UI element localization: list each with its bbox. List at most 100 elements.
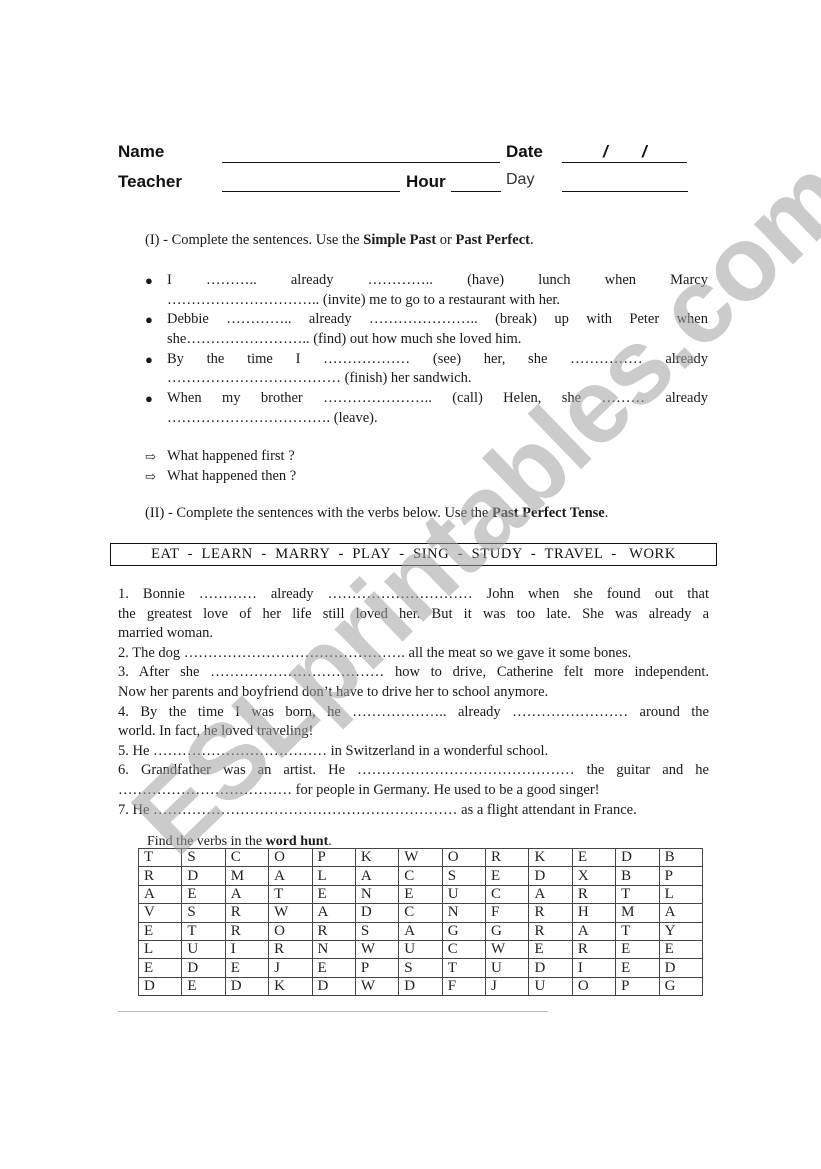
grid-cell[interactable]: A: [354, 866, 400, 886]
grid-cell[interactable]: E: [311, 958, 356, 978]
grid-cell[interactable]: E: [398, 884, 443, 905]
grid-cell[interactable]: G: [441, 921, 487, 941]
grid-cell[interactable]: V: [137, 903, 183, 923]
grid-cell[interactable]: N: [354, 884, 400, 905]
grid-cell[interactable]: T: [137, 847, 183, 868]
grid-cell[interactable]: C: [485, 884, 530, 905]
grid-cell[interactable]: C: [441, 939, 487, 960]
grid-cell[interactable]: O: [268, 921, 313, 941]
grid-cell[interactable]: D: [615, 847, 660, 868]
grid-cell[interactable]: K: [354, 847, 400, 868]
grid-cell[interactable]: R: [571, 884, 617, 905]
grid-cell[interactable]: O: [571, 976, 617, 997]
grid-cell[interactable]: X: [571, 866, 617, 886]
grid-cell[interactable]: L: [658, 884, 704, 905]
grid-cell[interactable]: M: [224, 866, 270, 886]
grid-cell[interactable]: A: [528, 884, 573, 905]
grid-cell[interactable]: N: [441, 903, 487, 923]
grid-cell[interactable]: R: [268, 939, 313, 960]
grid-cell[interactable]: D: [354, 903, 400, 923]
grid-cell[interactable]: J: [268, 958, 313, 978]
grid-cell[interactable]: H: [571, 903, 617, 923]
grid-cell[interactable]: A: [398, 921, 443, 941]
grid-cell[interactable]: J: [485, 976, 530, 997]
grid-cell[interactable]: W: [268, 903, 313, 923]
grid-cell[interactable]: E: [137, 921, 183, 941]
grid-cell[interactable]: S: [181, 903, 226, 923]
grid-cell[interactable]: P: [311, 847, 356, 868]
grid-cell[interactable]: D: [137, 976, 183, 997]
grid-cell[interactable]: C: [224, 847, 270, 868]
grid-cell[interactable]: Y: [658, 921, 704, 941]
grid-cell[interactable]: D: [181, 866, 226, 886]
grid-cell[interactable]: O: [268, 847, 313, 868]
grid-cell[interactable]: D: [528, 958, 573, 978]
grid-cell[interactable]: M: [615, 903, 660, 923]
grid-cell[interactable]: U: [181, 939, 226, 960]
day-field[interactable]: [562, 191, 688, 192]
grid-cell[interactable]: P: [354, 958, 400, 978]
grid-cell[interactable]: I: [224, 939, 270, 960]
grid-cell[interactable]: R: [528, 921, 573, 941]
grid-cell[interactable]: E: [311, 884, 356, 905]
grid-cell[interactable]: E: [485, 866, 530, 886]
grid-cell[interactable]: S: [441, 866, 487, 886]
grid-cell[interactable]: W: [398, 847, 443, 868]
grid-cell[interactable]: A: [571, 921, 617, 941]
grid-cell[interactable]: T: [615, 884, 660, 905]
grid-cell[interactable]: C: [398, 866, 443, 886]
name-field[interactable]: [222, 162, 500, 163]
grid-cell[interactable]: R: [224, 903, 270, 923]
date-field[interactable]: [562, 162, 687, 163]
grid-cell[interactable]: U: [441, 884, 487, 905]
hour-field[interactable]: [451, 191, 501, 192]
grid-cell[interactable]: I: [571, 958, 617, 978]
grid-cell[interactable]: S: [354, 921, 400, 941]
grid-cell[interactable]: E: [181, 976, 226, 997]
grid-cell[interactable]: R: [485, 847, 530, 868]
grid-cell[interactable]: T: [615, 921, 660, 941]
grid-cell[interactable]: G: [658, 976, 704, 997]
grid-cell[interactable]: U: [398, 939, 443, 960]
grid-cell[interactable]: S: [181, 847, 226, 868]
grid-cell[interactable]: W: [485, 939, 530, 960]
grid-cell[interactable]: D: [658, 958, 704, 978]
grid-cell[interactable]: L: [311, 866, 356, 886]
grid-cell[interactable]: A: [268, 866, 313, 886]
grid-cell[interactable]: E: [181, 884, 226, 905]
grid-cell[interactable]: B: [658, 847, 704, 868]
grid-cell[interactable]: C: [398, 903, 443, 923]
grid-cell[interactable]: S: [398, 958, 443, 978]
grid-cell[interactable]: R: [528, 903, 573, 923]
grid-cell[interactable]: U: [528, 976, 573, 997]
grid-cell[interactable]: A: [224, 884, 270, 905]
grid-cell[interactable]: T: [441, 958, 487, 978]
grid-cell[interactable]: A: [137, 884, 183, 905]
grid-cell[interactable]: T: [268, 884, 313, 905]
grid-cell[interactable]: E: [615, 958, 660, 978]
grid-cell[interactable]: R: [224, 921, 270, 941]
grid-cell[interactable]: U: [485, 958, 530, 978]
grid-cell[interactable]: L: [137, 939, 183, 960]
grid-cell[interactable]: P: [658, 866, 704, 886]
grid-cell[interactable]: D: [398, 976, 443, 997]
grid-cell[interactable]: E: [615, 939, 660, 960]
grid-cell[interactable]: R: [137, 866, 183, 886]
grid-cell[interactable]: A: [311, 903, 356, 923]
grid-cell[interactable]: N: [311, 939, 356, 960]
grid-cell[interactable]: T: [181, 921, 226, 941]
grid-cell[interactable]: F: [441, 976, 487, 997]
grid-cell[interactable]: D: [181, 958, 226, 978]
grid-cell[interactable]: P: [615, 976, 660, 997]
grid-cell[interactable]: B: [615, 866, 660, 886]
grid-cell[interactable]: A: [658, 903, 704, 923]
grid-cell[interactable]: R: [311, 921, 356, 941]
grid-cell[interactable]: W: [354, 976, 400, 997]
grid-cell[interactable]: K: [528, 847, 573, 868]
grid-cell[interactable]: E: [224, 958, 270, 978]
grid-cell[interactable]: G: [485, 921, 530, 941]
grid-cell[interactable]: R: [571, 939, 617, 960]
grid-cell[interactable]: E: [571, 847, 617, 868]
grid-cell[interactable]: W: [354, 939, 400, 960]
grid-cell[interactable]: E: [137, 958, 183, 978]
